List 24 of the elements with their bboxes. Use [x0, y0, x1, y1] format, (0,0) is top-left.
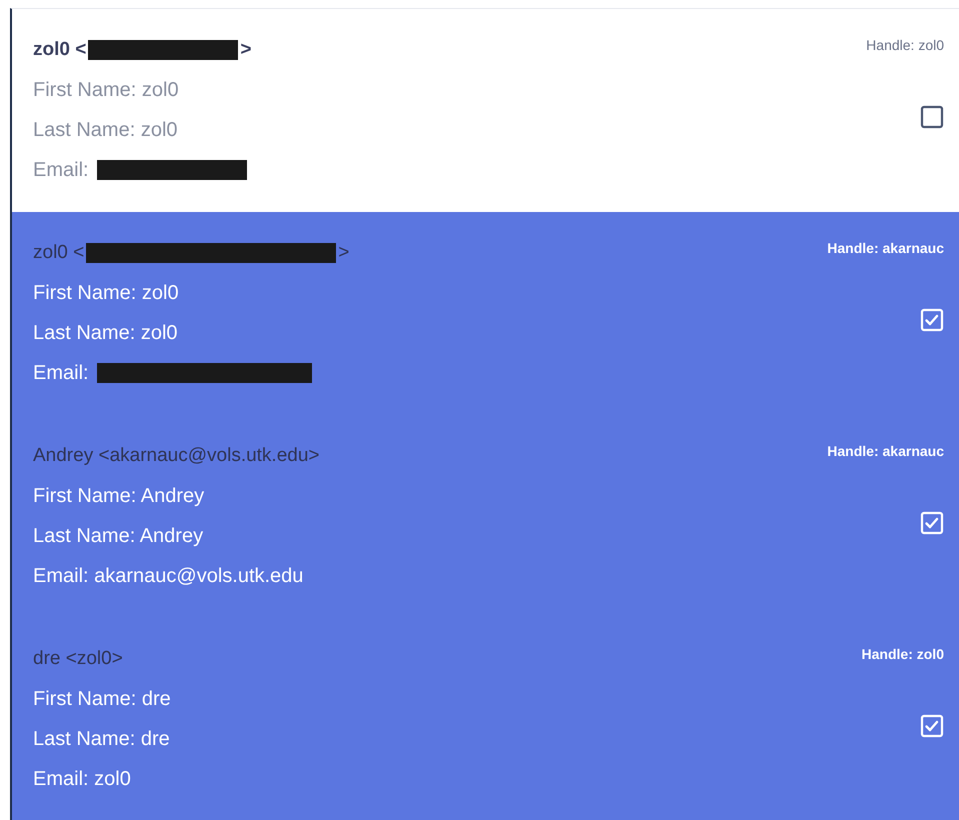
bracket: >	[240, 38, 252, 62]
user-row[interactable]: zol0 < > First Name: zol0 Last Name: zol0 Email: Handle: zol0	[12, 9, 959, 212]
last-name: Last Name: zol0	[33, 321, 178, 346]
user-name: zol0 <	[33, 38, 86, 62]
email: Email:	[33, 158, 89, 183]
last-name: Last Name: zol0	[33, 118, 178, 143]
checkbox[interactable]	[920, 105, 944, 129]
email: Email:	[33, 361, 89, 386]
last-name: Last Name: dre	[33, 727, 170, 752]
handle: Handle: zol0	[862, 646, 944, 662]
first-name: First Name: dre	[33, 687, 171, 712]
first-name: First Name: zol0	[33, 78, 179, 103]
email: Email: zol0	[33, 767, 131, 792]
email: Email: akarnauc@vols.utk.edu	[33, 564, 304, 589]
handle: Handle: zol0	[866, 37, 944, 53]
user-name: dre <zol0>	[33, 647, 123, 671]
first-name: First Name: Andrey	[33, 484, 204, 509]
user-name: Andrey <akarnauc@vols.utk.edu>	[33, 444, 320, 468]
first-name: First Name: zol0	[33, 281, 179, 306]
handle: Handle: akarnauc	[827, 443, 944, 459]
user-name: zol0 <	[33, 241, 84, 265]
last-name: Last Name: Andrey	[33, 524, 204, 549]
bracket: >	[338, 241, 350, 265]
handle: Handle: akarnauc	[827, 240, 944, 256]
